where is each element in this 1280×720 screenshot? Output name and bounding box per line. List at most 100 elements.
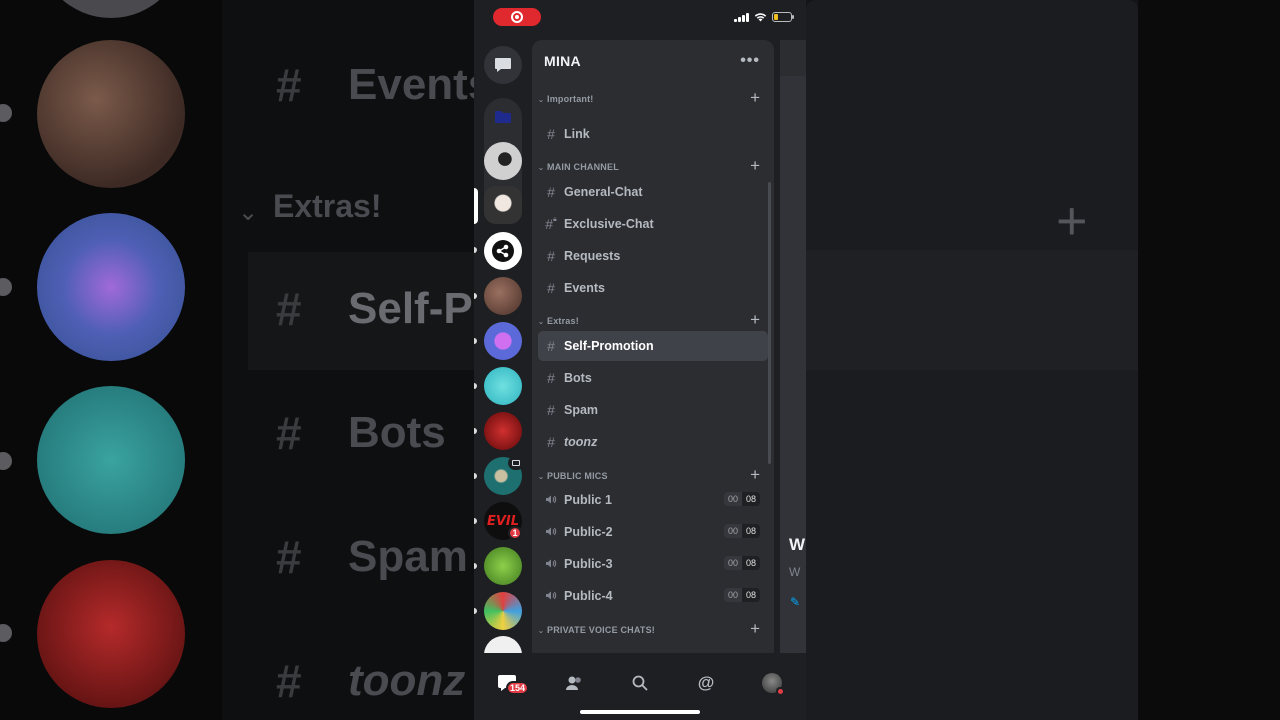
scrollbar[interactable] — [768, 182, 771, 464]
server-icon-orphea[interactable] — [484, 277, 522, 315]
chat-header — [780, 40, 806, 76]
add-channel-icon[interactable]: + — [750, 465, 760, 485]
unread-pip — [474, 473, 477, 479]
chat-bubble-icon — [495, 58, 511, 72]
tab-home[interactable]: 154 — [487, 663, 530, 703]
friends-icon — [566, 676, 581, 690]
server-name[interactable]: MINA — [544, 53, 581, 69]
bg-channel-label: Self-P — [348, 284, 473, 333]
voice-channel-public-3[interactable]: Public-3 00 08 — [538, 549, 768, 579]
category-label: MAIN CHANNEL — [547, 162, 619, 172]
speaker-icon — [544, 556, 558, 572]
cellular-signal-icon — [734, 12, 749, 22]
record-icon — [511, 11, 523, 23]
tab-mentions[interactable]: @ — [686, 663, 726, 703]
channel-general-chat[interactable]: # General-Chat — [538, 177, 768, 207]
server-icon-space-pub[interactable] — [484, 367, 522, 405]
server-icon-shrek[interactable] — [484, 547, 522, 585]
channel-name: Public-3 — [564, 557, 613, 571]
add-channel-icon[interactable]: + — [750, 619, 760, 639]
category-public-mics[interactable]: ⌄ PUBLIC MICS + — [532, 465, 774, 485]
edit-pencil-icon[interactable]: ✎ — [790, 595, 800, 609]
battery-icon — [772, 12, 794, 22]
server-icon-red[interactable] — [484, 412, 522, 450]
server-rail: EVIL 1 — [474, 36, 532, 653]
category-extras[interactable]: ⌄ Extras! + — [532, 310, 774, 330]
chevron-down-icon: ⌄ — [537, 94, 545, 104]
bg-strip — [1138, 0, 1280, 720]
unread-pip — [474, 338, 477, 344]
bg-server-avatar — [37, 213, 185, 361]
at-sign-icon: @ — [697, 673, 715, 692]
hash-icon: # — [547, 338, 555, 354]
add-channel-icon[interactable]: + — [750, 88, 760, 108]
bg-server-avatar — [37, 386, 185, 534]
server-icon-share[interactable] — [484, 232, 522, 270]
bg-channel-label: Spam — [348, 532, 468, 581]
wifi-icon — [754, 13, 767, 22]
channel-name: Self-Promotion — [564, 339, 654, 353]
bg-chevron-icon: ⌄ — [238, 199, 259, 226]
search-icon — [632, 675, 648, 691]
channel-exclusive-chat[interactable]: #🔒︎ Exclusive-Chat — [538, 209, 768, 239]
background-right: + — [806, 0, 1280, 720]
unread-pip — [474, 247, 477, 253]
user-limit: 08 — [741, 556, 760, 570]
server-options-icon[interactable]: ••• — [740, 52, 760, 70]
category-important[interactable]: ⌄ Important! + — [532, 88, 774, 108]
avatar — [762, 673, 784, 695]
channel-spam[interactable]: # Spam — [538, 395, 768, 425]
server-icon-partial[interactable] — [484, 636, 522, 653]
chevron-down-icon: ⌄ — [537, 162, 545, 172]
screen-share-icon — [508, 456, 524, 470]
voice-user-count: 00 08 — [723, 556, 760, 570]
channel-toonz[interactable]: # toonz — [538, 427, 768, 457]
server-icon-mina[interactable] — [484, 186, 522, 224]
unread-pip — [474, 293, 477, 299]
hash-icon: # — [547, 370, 555, 386]
voice-channel-public-4[interactable]: Public-4 00 08 — [538, 581, 768, 611]
direct-messages-button[interactable] — [484, 46, 522, 84]
add-channel-icon[interactable]: + — [750, 156, 760, 176]
category-private-voice-chats[interactable]: ⌄ PRIVATE VOICE CHATS! + — [532, 619, 774, 639]
channel-bots[interactable]: # Bots — [538, 363, 768, 393]
home-indicator — [580, 710, 700, 714]
bg-channel-label: Events — [348, 60, 474, 109]
user-count: 00 — [723, 524, 742, 538]
selected-server-indicator — [474, 188, 478, 224]
tab-search[interactable] — [620, 663, 660, 703]
server-icon-crow[interactable] — [484, 142, 522, 180]
bg-category-label: Extras! — [273, 188, 382, 224]
voice-user-count: 00 08 — [723, 492, 760, 506]
hash-icon: # — [547, 402, 555, 418]
hash-icon: # — [547, 280, 555, 296]
tab-friends[interactable] — [554, 663, 594, 703]
unread-pip — [474, 518, 477, 524]
category-label: Extras! — [547, 316, 579, 326]
bg-server-avatar — [37, 40, 185, 188]
bg-plus-icon: + — [1056, 191, 1088, 251]
server-icon-colorful[interactable] — [484, 592, 522, 630]
channel-requests[interactable]: # Requests — [538, 241, 768, 271]
channel-name: Public 1 — [564, 493, 612, 507]
folder-icon[interactable] — [484, 98, 522, 136]
category-main-channel[interactable]: ⌄ MAIN CHANNEL + — [532, 156, 774, 176]
unread-pip — [474, 428, 477, 434]
speaker-icon — [544, 492, 558, 508]
channel-name: Events — [564, 281, 605, 295]
voice-channel-public-1[interactable]: Public 1 00 08 — [538, 485, 768, 515]
screen-recording-indicator[interactable] — [493, 8, 541, 26]
voice-user-count: 00 08 — [723, 524, 760, 538]
channel-name: Exclusive-Chat — [564, 217, 654, 231]
voice-channel-public-2[interactable]: Public-2 00 08 — [538, 517, 768, 547]
category-label: Important! — [547, 94, 594, 104]
status-icons — [734, 12, 794, 22]
tab-profile[interactable] — [752, 663, 792, 703]
screen: # Events ⌄ Extras! # Self-P # Bots # Spa… — [0, 0, 1280, 720]
server-icon-boombox[interactable] — [484, 322, 522, 360]
channel-self-promotion[interactable]: # Self-Promotion — [538, 331, 768, 361]
channel-name: Spam — [564, 403, 599, 417]
add-channel-icon[interactable]: + — [750, 310, 760, 330]
channel-link[interactable]: # Link — [538, 119, 768, 149]
channel-events[interactable]: # Events — [538, 273, 768, 303]
